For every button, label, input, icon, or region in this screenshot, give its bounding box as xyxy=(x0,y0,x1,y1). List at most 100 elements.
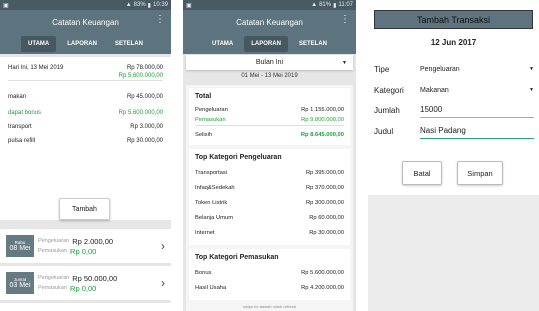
row-amount: Rp 30.000,00 xyxy=(309,229,344,236)
add-transaction-dialog: Tambah Transaksi 12 Jun 2017 Tipe Pengel… xyxy=(368,0,539,311)
add-transaction-button[interactable]: Tambah xyxy=(59,198,110,220)
day-date: 03 Mei xyxy=(9,282,31,289)
period-select[interactable]: Bulan Ini ▼ xyxy=(186,55,353,70)
image-notification-icon: ▣ xyxy=(186,2,192,9)
tab-utama[interactable]: UTAMA xyxy=(205,36,240,52)
title-input-value: Nasi Padang xyxy=(420,126,466,135)
row-label: Hasil Usaha xyxy=(195,284,227,291)
today-total-expense: Rp 78.000,00 xyxy=(126,64,163,71)
app-bar: Catatan Keuangan ⋮ xyxy=(183,10,356,34)
day-summary-row[interactable]: Jumat 03 Mei Pengeluaran Rp 50.000,00 Pem… xyxy=(0,266,171,300)
overflow-menu-icon[interactable]: ⋮ xyxy=(155,15,165,25)
date-badge: Rabu 08 Mei xyxy=(6,235,34,257)
overflow-menu-icon[interactable]: ⋮ xyxy=(340,15,350,25)
app-bar: Catatan Keuangan ⋮ xyxy=(0,10,171,34)
dropdown-arrow-icon: ▼ xyxy=(529,87,534,93)
clock: 10:39 xyxy=(152,2,168,8)
battery-icon: ▮ xyxy=(147,2,151,9)
row-label: Token Listrik xyxy=(195,199,228,206)
row-amount: Rp 300.000,00 xyxy=(305,199,344,206)
amount-field-row: Jumlah 15000 xyxy=(374,102,534,118)
row-amount: Rp 1.155.000,00 xyxy=(301,106,344,113)
amount-input[interactable]: 15000 xyxy=(420,102,534,118)
item-amount: Rp 5.600.000,00 xyxy=(118,110,163,116)
clock: 11:07 xyxy=(338,2,353,8)
dropdown-arrow-icon: ▼ xyxy=(529,66,534,72)
day-totals: Pengeluaran Rp 2.000,00 Pemasukan Rp 0,00 xyxy=(38,236,161,256)
row-amount: Rp 4.200.000,00 xyxy=(301,284,344,291)
row-amount: Rp 395.000,00 xyxy=(305,169,344,176)
row-label: Infaq&Sedekah xyxy=(195,184,235,191)
section-title: Total xyxy=(195,93,212,100)
row-amount: Rp 5.600.000,00 xyxy=(301,269,344,276)
amount-label: Jumlah xyxy=(374,105,400,115)
type-field-row: Tipe Pengeluaran ▼ xyxy=(374,61,534,77)
today-date: Hari Ini, 13 Mei 2019 xyxy=(8,64,64,71)
list-item[interactable]: dapat bonus Rp 5.600.000,00 xyxy=(8,106,163,120)
item-name: pulsa refill xyxy=(8,138,36,144)
item-amount: Rp 45.000,00 xyxy=(126,94,163,100)
status-bar: ▣ ▲ 83% ▮ 10:39 xyxy=(0,0,171,10)
category-select[interactable]: Makanan ▼ xyxy=(420,82,534,98)
status-bar: ▣ ▲ 81% ▮ 11:07 xyxy=(183,0,356,10)
category-row: Transportasi Rp 395.000,00 xyxy=(195,165,344,180)
today-summary-card: Hari Ini, 13 Mei 2019 Rp 78.000,00 Rp 5.… xyxy=(0,57,171,220)
title-input[interactable]: Nasi Padang xyxy=(420,123,534,139)
row-amount: Rp 8.645.000,00 xyxy=(300,131,344,138)
category-select-value: Makanan xyxy=(420,86,449,94)
tab-setelan[interactable]: SETELAN xyxy=(108,36,150,52)
day-summary-row[interactable] xyxy=(0,303,171,311)
tab-utama[interactable]: UTAMA xyxy=(21,36,57,52)
battery-icon: ▮ xyxy=(333,2,337,9)
today-total-income: Rp 5.600.000,00 xyxy=(118,73,163,79)
list-item[interactable]: transport Rp 3.000,00 xyxy=(8,120,163,134)
report-date-range: 01 Mei - 13 Mei 2019 xyxy=(241,73,298,79)
row-amount: Rp 370.000,00 xyxy=(305,184,344,191)
day-summary-row[interactable]: Rabu 08 Mei Pengeluaran Rp 2.000,00 Pemas… xyxy=(0,229,171,263)
date-badge: Jumat 03 Mei xyxy=(6,272,34,294)
type-select-value: Pengeluaran xyxy=(420,65,460,73)
type-select[interactable]: Pengeluaran ▼ xyxy=(420,61,534,77)
expense-label: Pengeluaran xyxy=(38,238,70,244)
row-label: Transportasi xyxy=(195,169,228,176)
total-section: Total Pengeluaran Rp 1.155.000,00 Pemasu… xyxy=(189,88,350,145)
report-list[interactable]: Total Pengeluaran Rp 1.155.000,00 Pemasu… xyxy=(186,85,353,311)
category-row: Bonus Rp 5.600.000,00 xyxy=(195,265,344,280)
tab-laporan[interactable]: LAPORAN xyxy=(244,36,288,52)
signal-icon: ▲ xyxy=(311,2,318,8)
category-label: Kategori xyxy=(374,85,404,95)
row-amount: Rp 9.800.000,00 xyxy=(301,117,344,123)
list-item[interactable]: pulsa refill Rp 30.000,00 xyxy=(8,134,163,148)
day-expense: Rp 2.000,00 xyxy=(72,236,114,246)
cancel-button[interactable]: Batal xyxy=(402,161,442,185)
day-totals: Pengeluaran Rp 50.000,00 Pemasukan Rp 0,00 xyxy=(38,273,161,293)
item-name: transport xyxy=(8,124,32,130)
amount-input-value: 15000 xyxy=(420,105,443,114)
day-income: Rp 0,00 xyxy=(70,283,97,293)
transaction-date[interactable]: 12 Jun 2017 xyxy=(368,38,539,47)
signal-icon: ▲ xyxy=(125,2,132,8)
image-notification-icon: ▣ xyxy=(3,2,9,9)
battery-level: 81% xyxy=(319,2,332,8)
row-label: Belanja Umum xyxy=(195,214,234,221)
title-label: Judul xyxy=(374,126,394,136)
tab-setelan[interactable]: SETELAN xyxy=(292,36,334,52)
save-button[interactable]: Simpan xyxy=(457,161,503,185)
battery-level: 83% xyxy=(133,2,146,8)
tab-laporan[interactable]: LAPORAN xyxy=(60,36,104,52)
list-item[interactable]: makan Rp 45.000,00 xyxy=(8,88,163,106)
item-name: makan xyxy=(8,94,27,100)
home-screen: ▣ ▲ 83% ▮ 10:39 Catatan Keuangan ⋮ UTAMA… xyxy=(0,0,171,311)
report-screen: ▣ ▲ 81% ▮ 11:07 Catatan Keuangan ⋮ UTAMA… xyxy=(183,0,356,311)
today-header-row: Hari Ini, 13 Mei 2019 Rp 78.000,00 xyxy=(8,63,163,72)
expense-label: Pengeluaran xyxy=(38,275,70,281)
tab-bar: UTAMA LAPORAN SETELAN xyxy=(183,34,356,54)
title-field-row: Judul Nasi Padang xyxy=(374,123,534,139)
total-income-row: Pemasukan Rp 9.800.000,00 xyxy=(195,115,344,126)
swipe-hint: swipe ke bawah untuk refresh xyxy=(243,304,296,309)
item-amount: Rp 3.000,00 xyxy=(130,124,163,130)
top-expense-categories-section: Top Kategori Pengeluaran Transportasi Rp … xyxy=(189,149,350,245)
day-date: 08 Mei xyxy=(9,245,31,252)
chevron-right-icon: › xyxy=(161,239,165,253)
dialog-title: Tambah Transaksi xyxy=(374,10,533,29)
